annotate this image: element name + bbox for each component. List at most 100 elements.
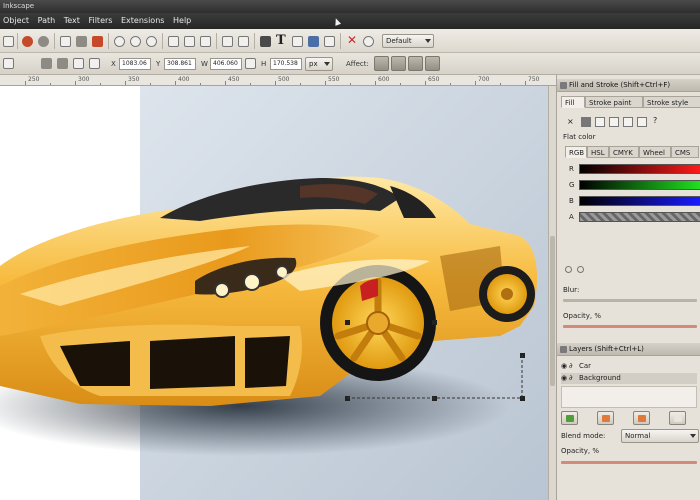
- tab-cmyk[interactable]: CMYK: [609, 146, 639, 158]
- ruler-label: 600: [378, 76, 390, 83]
- alpha-slider[interactable]: [579, 212, 700, 222]
- red-slider[interactable]: [579, 164, 700, 174]
- linear-gradient-button[interactable]: [595, 117, 605, 127]
- tab-stroke-style[interactable]: Stroke style: [643, 96, 700, 108]
- no-paint-icon[interactable]: ×: [567, 117, 574, 126]
- add-layer-button[interactable]: [561, 411, 578, 425]
- menu-object[interactable]: Object: [3, 16, 29, 25]
- fill-stroke-header[interactable]: Fill and Stroke (Shift+Ctrl+F): [557, 79, 700, 92]
- channel-g-label: G: [569, 181, 575, 189]
- blend-mode-value: Normal: [625, 432, 651, 440]
- h-label: H: [261, 60, 267, 68]
- affect-stroke-button[interactable]: [374, 56, 389, 71]
- raise-layer-button[interactable]: [597, 411, 614, 425]
- preferences-icon[interactable]: [363, 36, 374, 47]
- print-icon[interactable]: [3, 36, 14, 47]
- close-x-icon[interactable]: ✕: [347, 33, 357, 47]
- channel-a-label: A: [569, 213, 574, 221]
- height-field[interactable]: 170.538: [270, 58, 302, 70]
- opacity-slider[interactable]: [563, 325, 697, 328]
- menu-text[interactable]: Text: [64, 16, 80, 25]
- fill-stroke-icon[interactable]: [260, 36, 271, 47]
- tab-stroke-paint[interactable]: Stroke paint: [585, 96, 643, 108]
- layer-row[interactable]: ◉ ∂ Car: [561, 361, 697, 372]
- zoom-drawing-icon[interactable]: [130, 36, 141, 47]
- undo-icon[interactable]: [22, 36, 33, 47]
- menu-extensions[interactable]: Extensions: [121, 16, 164, 25]
- menu-help[interactable]: Help: [173, 16, 191, 25]
- lock-icon[interactable]: ∂: [569, 361, 579, 372]
- ungroup-icon[interactable]: [238, 36, 249, 47]
- affect-gradients-button[interactable]: [408, 56, 423, 71]
- layers-header[interactable]: Layers (Shift+Ctrl+L): [557, 343, 700, 356]
- select-all-icon[interactable]: [3, 58, 14, 69]
- layer-name: Background: [579, 374, 621, 382]
- toolbar-separator: [216, 33, 217, 49]
- tab-rgb[interactable]: RGB: [565, 146, 587, 158]
- car-artwork[interactable]: [0, 86, 548, 500]
- horizontal-ruler: 250 300 350 400 450 500 550 600 650 700 …: [0, 75, 556, 86]
- toolbar-separator: [17, 33, 18, 49]
- lock-proportions-icon[interactable]: [245, 58, 256, 69]
- affect-patterns-button[interactable]: [425, 56, 440, 71]
- fill-stroke-dialog-icon: [560, 82, 567, 89]
- layer-row[interactable]: ◉ ∂ Background: [561, 373, 697, 384]
- text-font-icon[interactable]: T: [276, 33, 286, 48]
- redo-icon[interactable]: [38, 36, 49, 47]
- blend-mode-label: Blend mode:: [561, 432, 606, 440]
- green-slider[interactable]: [579, 180, 700, 190]
- layer-opacity-slider[interactable]: [561, 461, 697, 464]
- layers-dialog-icon: [560, 346, 567, 353]
- zoom-selection-icon[interactable]: [114, 36, 125, 47]
- ruler-label: 550: [328, 76, 340, 83]
- xml-editor-icon[interactable]: [292, 36, 303, 47]
- visibility-icon[interactable]: ◉: [561, 361, 569, 372]
- delete-layer-button[interactable]: [669, 411, 686, 425]
- flat-color-button[interactable]: [581, 117, 591, 127]
- drawing-canvas[interactable]: [0, 86, 548, 500]
- swatch-button[interactable]: [637, 117, 647, 127]
- tab-fill[interactable]: Fill: [561, 96, 585, 108]
- commands-toolbar: T ✕ Default: [0, 29, 700, 53]
- unlink-clone-icon[interactable]: [200, 36, 211, 47]
- preset-dropdown[interactable]: Default: [382, 34, 434, 48]
- width-field[interactable]: 406.060: [210, 58, 242, 70]
- y-field[interactable]: 308.861: [164, 58, 196, 70]
- x-field[interactable]: 1083.06: [119, 58, 151, 70]
- flip-vertical-icon[interactable]: [89, 58, 100, 69]
- menu-path[interactable]: Path: [38, 16, 56, 25]
- flip-horizontal-icon[interactable]: [73, 58, 84, 69]
- paste-icon[interactable]: [92, 36, 103, 47]
- color-picker-icon[interactable]: [565, 266, 572, 273]
- menu-filters[interactable]: Filters: [88, 16, 112, 25]
- unset-paint-icon[interactable]: ?: [653, 116, 657, 125]
- ruler-label: 400: [178, 76, 190, 83]
- scrollbar-thumb[interactable]: [550, 236, 555, 386]
- lower-layer-button[interactable]: [633, 411, 650, 425]
- clone-icon[interactable]: [184, 36, 195, 47]
- document-properties-icon[interactable]: [324, 36, 335, 47]
- radial-gradient-button[interactable]: [609, 117, 619, 127]
- color-managed-icon[interactable]: [577, 266, 584, 273]
- pattern-button[interactable]: [623, 117, 633, 127]
- rotate-cw-icon[interactable]: [57, 58, 68, 69]
- blue-slider[interactable]: [579, 196, 700, 206]
- blend-mode-dropdown[interactable]: Normal: [621, 429, 699, 443]
- duplicate-icon[interactable]: [168, 36, 179, 47]
- blur-slider[interactable]: [563, 299, 697, 302]
- tab-wheel[interactable]: Wheel: [639, 146, 671, 158]
- align-icon[interactable]: [308, 36, 319, 47]
- cut-icon[interactable]: [76, 36, 87, 47]
- units-dropdown[interactable]: px: [305, 57, 333, 71]
- zoom-page-icon[interactable]: [146, 36, 157, 47]
- tab-hsl[interactable]: HSL: [587, 146, 609, 158]
- rotate-ccw-icon[interactable]: [41, 58, 52, 69]
- vertical-scrollbar[interactable]: [548, 86, 556, 500]
- copy-icon[interactable]: [60, 36, 71, 47]
- group-icon[interactable]: [222, 36, 233, 47]
- visibility-icon[interactable]: ◉: [561, 373, 569, 384]
- lock-icon[interactable]: ∂: [569, 373, 579, 384]
- affect-corners-button[interactable]: [391, 56, 406, 71]
- toolbar-separator: [340, 33, 341, 49]
- tab-cms[interactable]: CMS: [671, 146, 699, 158]
